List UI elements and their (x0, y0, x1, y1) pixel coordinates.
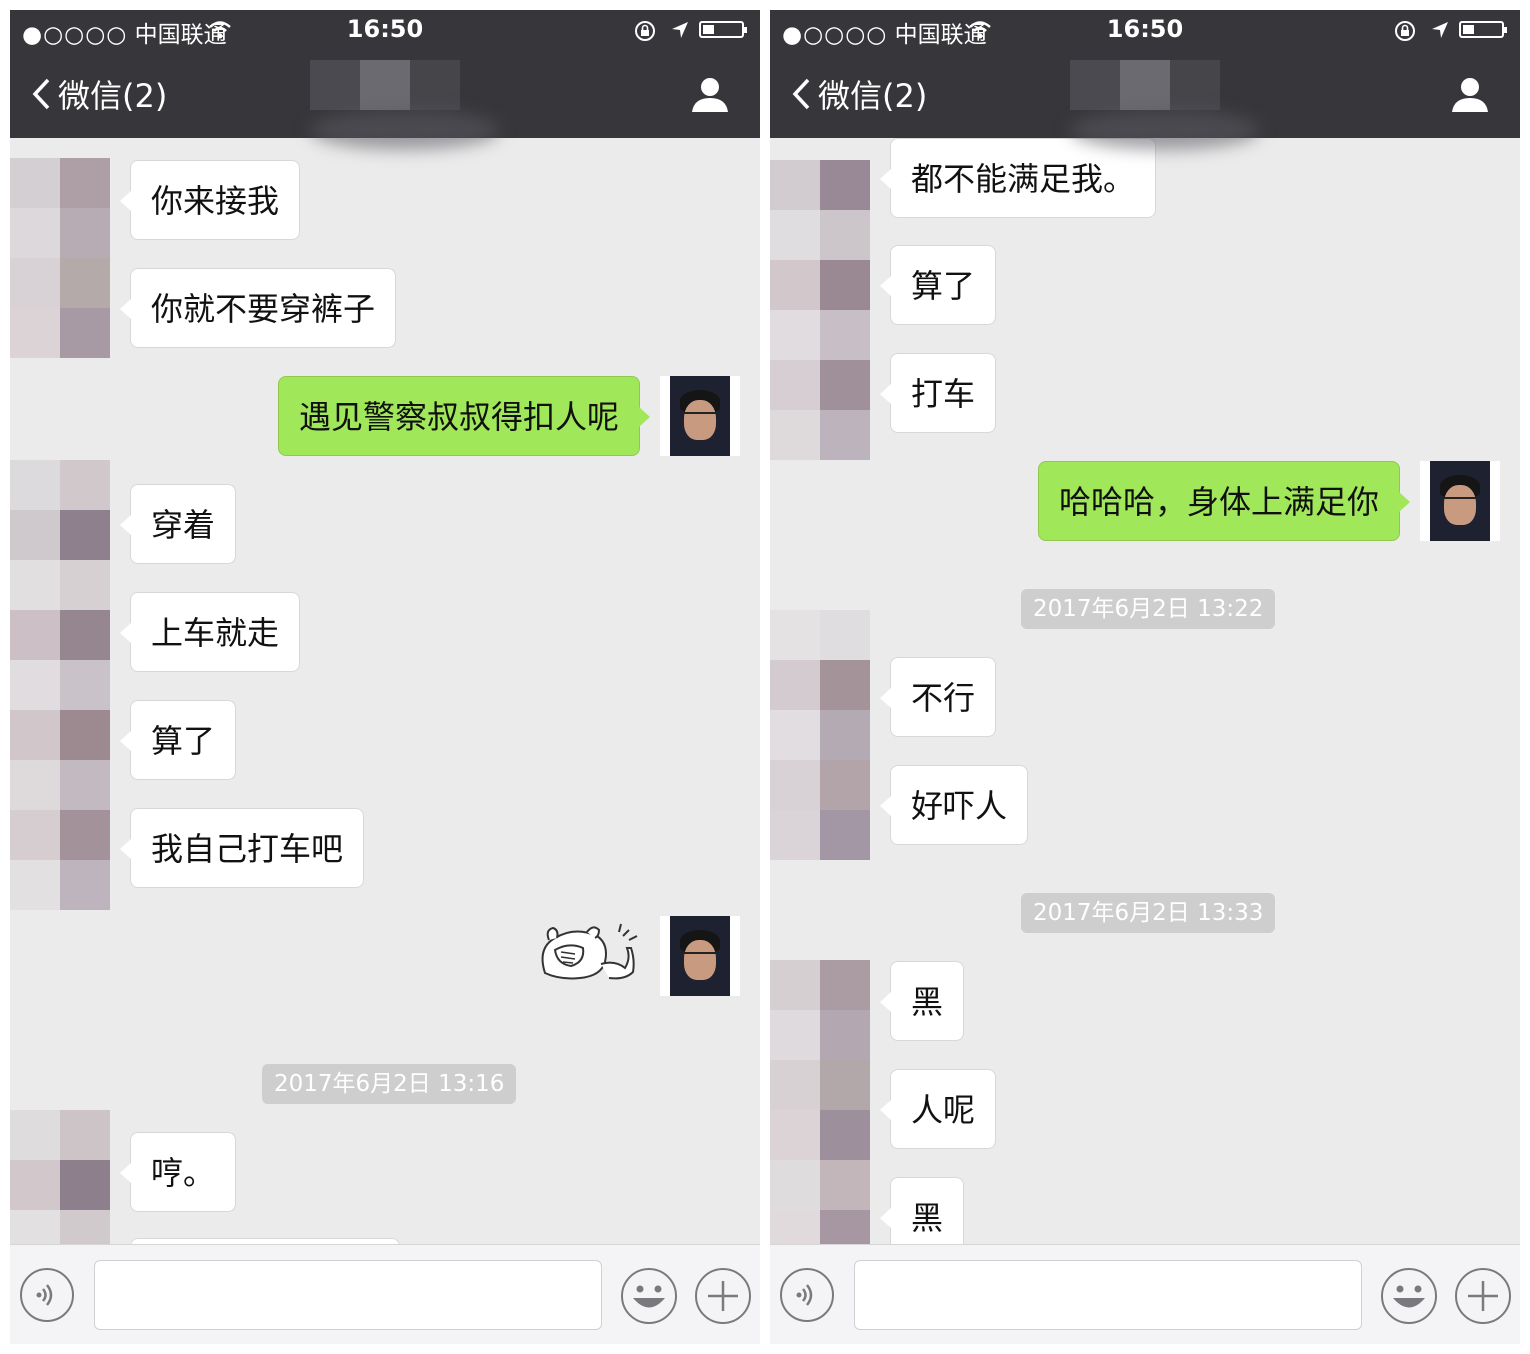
message-bubble[interactable]: 哼。 (119, 1132, 237, 1212)
battery-icon (699, 21, 747, 38)
contact-info-icon[interactable] (690, 74, 730, 114)
input-bar (10, 1244, 760, 1344)
message-bubble[interactable]: 不行 (879, 657, 997, 737)
emoji-icon[interactable] (620, 1267, 678, 1325)
nav-bar: 微信(2) (10, 50, 760, 150)
facepalm-sticker[interactable] (535, 918, 645, 988)
message-bubble[interactable]: 哈哈哈，身体上满足你 (1037, 461, 1411, 541)
voice-icon[interactable] (19, 1267, 75, 1323)
message-list[interactable]: 你来接我 你就不要穿裤子 遇见警察叔叔得扣人呢 穿着 上车就走 算了 我自己打车… (10, 138, 760, 1244)
battery-icon (1459, 21, 1507, 38)
message-input[interactable] (854, 1260, 1362, 1330)
plus-icon[interactable] (694, 1267, 752, 1325)
timestamp: 2017年6月2日 13:16 (262, 1064, 517, 1104)
location-icon (672, 22, 688, 38)
message-bubble[interactable]: 上车就走 (119, 592, 301, 672)
chat-title-blurred (1070, 60, 1260, 150)
message-bubble[interactable]: 遇见警察叔叔得扣人呢 (277, 376, 651, 456)
back-label: 微信(2) (58, 77, 168, 115)
message-bubble[interactable]: 好吓人 (879, 765, 1029, 845)
back-label: 微信(2) (818, 77, 928, 115)
message-bubble[interactable]: 黑 (879, 1177, 965, 1244)
plus-icon[interactable] (1454, 1267, 1512, 1325)
my-avatar[interactable] (660, 376, 740, 456)
contact-avatar-blurred (10, 1110, 110, 1244)
message-input[interactable] (94, 1260, 602, 1330)
contact-info-icon[interactable] (1450, 74, 1490, 114)
contact-avatar-blurred (10, 460, 110, 910)
message-bubble[interactable]: 算了 (119, 700, 237, 780)
back-button[interactable]: 微信(2) (790, 74, 928, 115)
contact-avatar-blurred (10, 158, 110, 358)
chat-screen-right: ●○○○○ 中国联通 16:50 微信(2) 都不能满足我。 算了 打车 哈哈哈… (770, 10, 1520, 1344)
message-bubble[interactable]: 算了 (879, 245, 997, 325)
my-avatar[interactable] (660, 916, 740, 996)
timestamp: 2017年6月2日 13:33 (1021, 893, 1276, 933)
message-bubble[interactable]: 我自己打车吧 (119, 808, 365, 888)
chevron-left-icon (792, 78, 810, 110)
chevron-left-icon (32, 78, 50, 110)
message-bubble[interactable]: 人呢 (879, 1069, 997, 1149)
message-bubble[interactable]: 你就不要穿裤子 (119, 268, 397, 348)
rotation-lock-icon (635, 21, 655, 41)
message-bubble[interactable]: 打车 (879, 353, 997, 433)
rotation-lock-icon (1395, 21, 1415, 41)
message-bubble[interactable]: 你来接我 (119, 160, 301, 240)
chat-title-blurred (310, 60, 500, 150)
my-avatar[interactable] (1420, 461, 1500, 541)
top-bar: ●○○○○ 中国联通 16:50 微信(2) (10, 10, 760, 150)
emoji-icon[interactable] (1380, 1267, 1438, 1325)
location-icon (1432, 22, 1448, 38)
contact-avatar-blurred (770, 160, 870, 460)
top-bar: ●○○○○ 中国联通 16:50 微信(2) (770, 10, 1520, 150)
status-bar: ●○○○○ 中国联通 16:50 (10, 10, 760, 50)
chat-screen-left: ●○○○○ 中国联通 16:50 微信(2) 你来接我 你就不要穿裤子 遇见警察… (10, 10, 760, 1344)
voice-icon[interactable] (779, 1267, 835, 1323)
message-bubble[interactable]: 穿着 (119, 484, 237, 564)
message-list[interactable]: 都不能满足我。 算了 打车 哈哈哈，身体上满足你 2017年6月2日 13:22… (770, 138, 1520, 1244)
timestamp: 2017年6月2日 13:22 (1021, 589, 1276, 629)
input-bar (770, 1244, 1520, 1344)
message-bubble[interactable]: 都不能满足我。 (879, 138, 1157, 218)
status-bar: ●○○○○ 中国联通 16:50 (770, 10, 1520, 50)
message-bubble[interactable]: 黑 (879, 961, 965, 1041)
back-button[interactable]: 微信(2) (30, 74, 168, 115)
nav-bar: 微信(2) (770, 50, 1520, 150)
contact-avatar-blurred (770, 960, 870, 1244)
contact-avatar-blurred (770, 610, 870, 860)
